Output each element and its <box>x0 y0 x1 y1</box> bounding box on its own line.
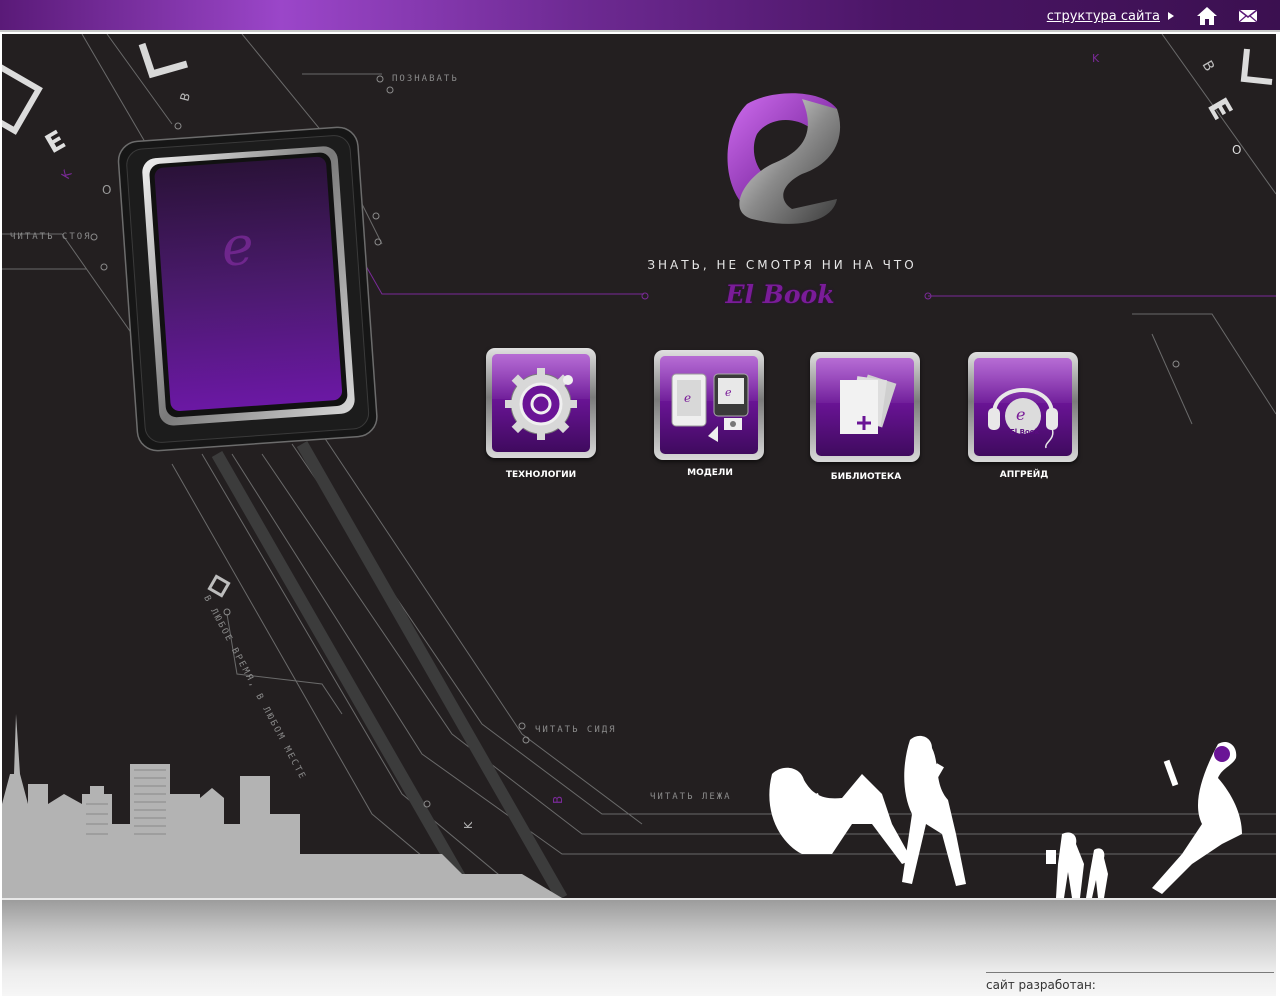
menu-label-models[interactable]: МОДЕЛИ <box>640 468 780 478</box>
city-skyline <box>2 714 562 898</box>
menu-label-upgrade[interactable]: АПГРЕЙД <box>954 470 1094 480</box>
svg-text:K: K <box>58 167 75 182</box>
svg-text:O: O <box>1232 143 1241 157</box>
developer-credit: сайт разработан: <box>986 978 1096 992</box>
svg-text:e: e <box>684 391 691 405</box>
top-bar: структура сайта <box>0 0 1280 32</box>
svg-text:B: B <box>177 91 193 103</box>
main-stage: E B K O B E O K K B e ПОЗНАВАТЬ ЧИТАТЬ С… <box>2 34 1276 898</box>
arrow-right-icon <box>1168 12 1174 20</box>
menu-tile-models[interactable]: e e <box>654 350 764 460</box>
tagline: ЗНАТЬ, НЕ СМОТРЯ НИ НА ЧТО <box>647 258 917 272</box>
ebook-devices-icon: e e <box>671 373 749 442</box>
svg-text:e: e <box>725 386 732 399</box>
footer-divider <box>986 972 1274 973</box>
sitemap-link[interactable]: структура сайта <box>1047 9 1160 24</box>
menu-tile-upgrade[interactable]: e El Book <box>968 352 1078 462</box>
svg-text:e: e <box>1016 405 1025 424</box>
home-icon[interactable] <box>1196 6 1218 26</box>
menu-tile-technologies[interactable] <box>486 348 596 458</box>
svg-text:E: E <box>41 125 71 160</box>
svg-text:El Book: El Book <box>1010 428 1040 436</box>
read-lying-label: ЧИТАТЬ ЛЕЖА <box>650 792 732 802</box>
reading-people-silhouettes <box>769 735 1242 898</box>
svg-text:B: B <box>1199 58 1218 74</box>
elbook-logo-mark <box>727 93 841 224</box>
mail-icon[interactable] <box>1238 9 1258 23</box>
headphones-icon: e El Book <box>988 388 1058 449</box>
menu-label-library[interactable]: БИБЛИОТЕКА <box>796 472 936 482</box>
svg-text:O: O <box>102 183 111 197</box>
learn-label: ПОЗНАВАТЬ <box>392 74 459 84</box>
menu-tile-library[interactable] <box>810 352 920 462</box>
menu-label-technologies[interactable]: ТЕХНОЛОГИИ <box>471 470 611 480</box>
svg-text:e: e <box>220 214 256 279</box>
gear-icon <box>505 368 577 440</box>
footer: сайт разработан: <box>2 898 1276 996</box>
brand-name: El Book <box>725 280 835 309</box>
svg-text:K: K <box>1092 52 1100 65</box>
library-pages-icon <box>840 374 897 434</box>
read-standing-label: ЧИТАТЬ СТОЯ <box>10 232 92 242</box>
